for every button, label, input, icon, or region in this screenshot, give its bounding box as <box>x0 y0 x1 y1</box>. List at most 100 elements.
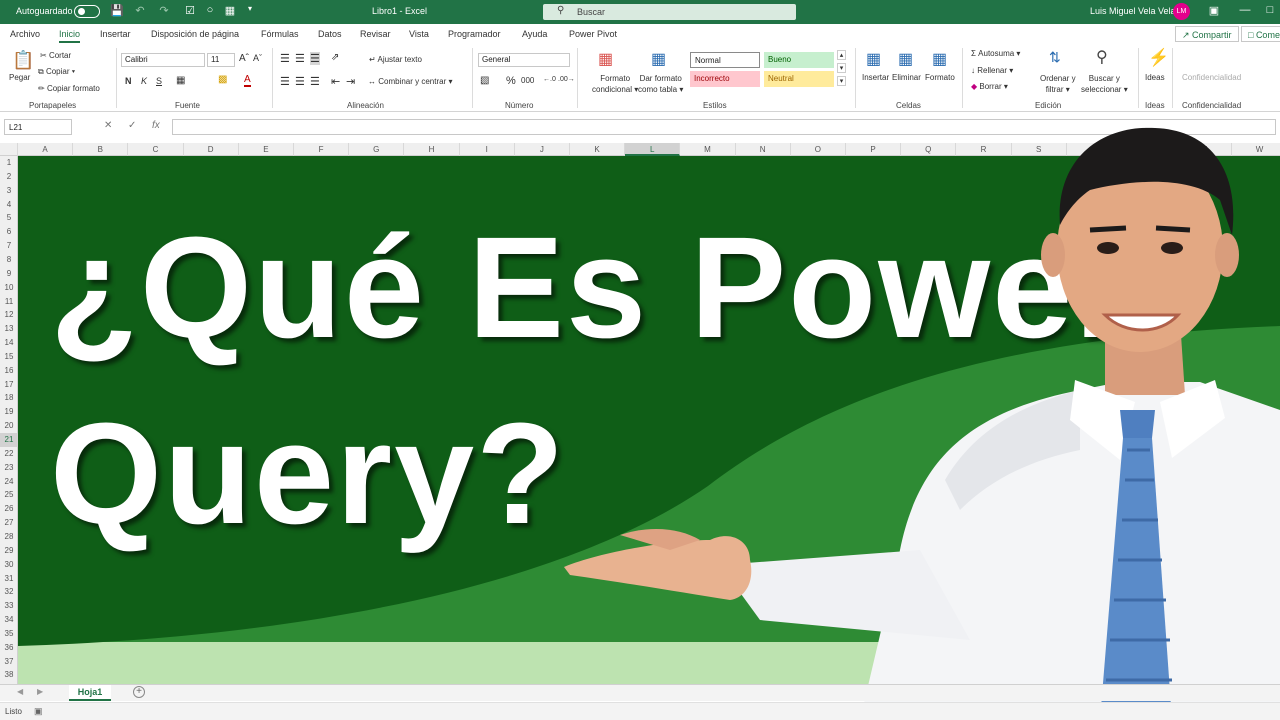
row-header-28[interactable]: 28 <box>0 530 18 544</box>
insert-cells-button[interactable]: Insertar <box>862 73 889 82</box>
share-button[interactable]: ↗ Compartir <box>1175 26 1239 42</box>
avatar[interactable]: LM <box>1173 3 1190 20</box>
ribbon-display-icon[interactable]: ▣ <box>1207 4 1221 17</box>
sort-filter-icon[interactable]: ⇅ <box>1049 49 1061 66</box>
percent-icon[interactable]: % <box>506 75 516 87</box>
restore-icon[interactable]: □ <box>1263 4 1277 16</box>
copy-button[interactable]: ⧉ Copiar ▾ <box>38 67 75 77</box>
font-color-icon[interactable]: A <box>244 74 251 87</box>
styles-scroll-down-icon[interactable]: ▾ <box>837 63 846 73</box>
row-header-25[interactable]: 25 <box>0 488 18 502</box>
column-header-c[interactable]: C <box>128 143 184 156</box>
tab-ayuda[interactable]: Ayuda <box>522 29 547 39</box>
row-header-18[interactable]: 18 <box>0 391 18 405</box>
italic-button[interactable]: K <box>141 76 147 86</box>
tab-datos[interactable]: Datos <box>318 29 342 39</box>
styles-scroll-up-icon[interactable]: ▴ <box>837 50 846 60</box>
cancel-icon[interactable]: ✕ <box>104 120 112 131</box>
row-header-10[interactable]: 10 <box>0 281 18 295</box>
conditional-format-icon[interactable]: ▦ <box>598 49 613 69</box>
format-cells-icon[interactable]: ▦ <box>932 49 947 69</box>
row-header-23[interactable]: 23 <box>0 461 18 475</box>
row-header-1[interactable]: 1 <box>0 156 18 170</box>
row-header-26[interactable]: 26 <box>0 502 18 516</box>
paste-icon[interactable]: 📋 <box>12 50 34 71</box>
fill-button[interactable]: ↓ Rellenar ▾ <box>971 66 1013 75</box>
conditional-format-button[interactable]: Formato condicional ▾ <box>592 73 638 95</box>
column-header-d[interactable]: D <box>184 143 239 156</box>
align-top-icon[interactable]: ☰ <box>280 52 290 65</box>
save-icon[interactable]: 💾 <box>110 4 124 17</box>
lightning-icon[interactable]: ⚡ <box>1148 48 1169 68</box>
row-header-19[interactable]: 19 <box>0 405 18 419</box>
font-name-combo[interactable]: Calibri <box>121 53 205 67</box>
fill-color-icon[interactable]: ▩ <box>218 74 227 85</box>
name-box[interactable]: L21 <box>4 119 72 135</box>
tab-disposicion[interactable]: Disposición de página <box>151 29 239 39</box>
accounting-icon[interactable]: ▧ <box>480 75 489 86</box>
ideas-button[interactable]: Ideas <box>1145 73 1165 82</box>
grow-font-icon[interactable]: Aˆ <box>239 53 249 64</box>
format-as-table-button[interactable]: Dar formato como tabla ▾ <box>638 73 683 95</box>
column-header-b[interactable]: B <box>73 143 129 156</box>
align-center-icon[interactable]: ☰ <box>295 75 305 88</box>
grid-icon[interactable]: ▦ <box>223 4 237 17</box>
format-painter-button[interactable]: ✏ Copiar formato <box>38 84 100 93</box>
user-name[interactable]: Luis Miguel Vela Vela <box>1090 6 1176 16</box>
row-header-14[interactable]: 14 <box>0 336 18 350</box>
row-header-32[interactable]: 32 <box>0 585 18 599</box>
format-as-table-icon[interactable]: ▦ <box>651 49 666 69</box>
sort-filter-button[interactable]: Ordenar y filtrar ▾ <box>1040 73 1076 95</box>
borders-icon[interactable]: ▦ <box>176 75 185 86</box>
delete-cells-icon[interactable]: ▦ <box>898 49 913 69</box>
row-header-4[interactable]: 4 <box>0 198 18 212</box>
autosave-toggle[interactable] <box>74 5 100 18</box>
paste-button[interactable]: Pegar <box>9 73 30 82</box>
increase-decimal-icon[interactable]: ←.0 <box>543 76 556 83</box>
confirm-icon[interactable]: ✓ <box>128 120 136 131</box>
row-header-11[interactable]: 11 <box>0 295 18 309</box>
undo-icon[interactable]: ↶ <box>133 4 147 17</box>
add-sheet-icon[interactable]: + <box>133 686 145 698</box>
row-header-8[interactable]: 8 <box>0 253 18 267</box>
comma-style-icon[interactable]: 000 <box>521 76 534 85</box>
autosum-button[interactable]: Σ Autosuma ▾ <box>971 49 1020 58</box>
circle-icon[interactable]: ○ <box>203 4 217 16</box>
row-header-24[interactable]: 24 <box>0 475 18 489</box>
styles-more-icon[interactable]: ▾ <box>837 76 846 86</box>
tab-insertar[interactable]: Insertar <box>100 29 131 39</box>
decrease-indent-icon[interactable]: ⇤ <box>331 75 340 88</box>
minimize-icon[interactable]: — <box>1238 4 1252 16</box>
row-header-3[interactable]: 3 <box>0 184 18 198</box>
tab-inicio[interactable]: Inicio <box>59 29 81 43</box>
style-normal[interactable]: Normal <box>690 52 760 68</box>
column-header-g[interactable]: G <box>349 143 405 156</box>
tab-vista[interactable]: Vista <box>409 29 429 39</box>
redo-icon[interactable]: ↷ <box>157 4 171 17</box>
cut-button[interactable]: ✂ Cortar <box>40 51 71 60</box>
font-size-combo[interactable]: 11 <box>207 53 235 67</box>
prev-sheet-icon[interactable]: ◀ <box>17 687 23 696</box>
merge-center-button[interactable]: ↔ Combinar y centrar ▾ <box>368 77 453 86</box>
customize-qat-icon[interactable]: ▾ <box>243 4 257 13</box>
row-header-27[interactable]: 27 <box>0 516 18 530</box>
find-select-button[interactable]: Buscar y seleccionar ▾ <box>1081 73 1128 95</box>
insert-cells-icon[interactable]: ▦ <box>866 49 881 69</box>
row-header-29[interactable]: 29 <box>0 544 18 558</box>
column-header-f[interactable]: F <box>294 143 350 156</box>
number-format-combo[interactable]: General <box>478 53 570 67</box>
wrap-text-button[interactable]: ↵ Ajustar texto <box>369 55 422 64</box>
orientation-icon[interactable]: ⇗ <box>331 52 339 63</box>
shrink-font-icon[interactable]: Aˇ <box>253 53 262 63</box>
search-box[interactable]: ⚲ Buscar <box>543 4 796 20</box>
tab-revisar[interactable]: Revisar <box>360 29 391 39</box>
style-bad[interactable]: Incorrecto <box>690 71 760 87</box>
row-header-17[interactable]: 17 <box>0 378 18 392</box>
column-header-a[interactable]: A <box>18 143 74 156</box>
row-header-34[interactable]: 34 <box>0 613 18 627</box>
row-header-21[interactable]: 21 <box>0 433 18 447</box>
row-header-37[interactable]: 37 <box>0 655 18 669</box>
row-header-35[interactable]: 35 <box>0 627 18 641</box>
column-header-i[interactable]: I <box>460 143 515 156</box>
align-left-icon[interactable]: ☰ <box>280 75 290 88</box>
